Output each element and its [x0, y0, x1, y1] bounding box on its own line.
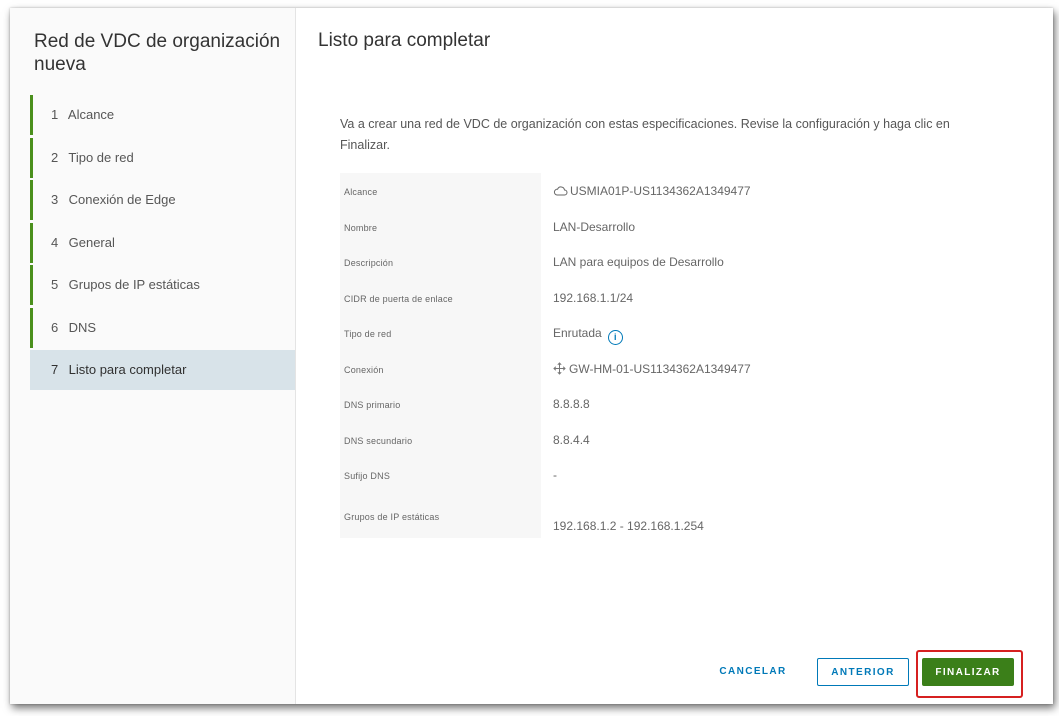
step-number: 6: [51, 319, 59, 335]
review-value: LAN-Desarrollo: [553, 219, 636, 234]
review-label: Nombre: [344, 222, 378, 233]
review-value: 8.8.4.4: [553, 432, 590, 447]
cancel-button[interactable]: CANCELAR: [710, 658, 796, 686]
step-label: Tipo de red: [68, 149, 134, 165]
review-value: GW-HM-01-US1134362A1349477: [553, 362, 751, 376]
review-row-tipo-de-red: Tipo de red Enrutada i: [340, 315, 980, 351]
review-value-text: USMIA01P-US1134362A1349477: [570, 184, 751, 198]
step-dns[interactable]: 6 DNS: [30, 307, 295, 348]
step-number: 1: [51, 107, 59, 122]
review-row-nombre: Nombre LAN-Desarrollo: [340, 209, 980, 245]
review-label: Alcance: [344, 187, 378, 197]
cloud-icon: [553, 186, 568, 196]
review-row-dns-secundario: DNS secundario 8.8.4.4: [340, 422, 980, 458]
wizard-footer: CANCELAR ANTERIOR FINALIZAR: [296, 644, 1053, 704]
step-number: 4: [51, 234, 59, 250]
review-value: LAN para equipos de Desarrollo: [553, 255, 724, 269]
info-icon[interactable]: i: [607, 330, 623, 345]
step-number: 2: [51, 149, 59, 165]
review-label: Descripción: [344, 258, 394, 268]
step-grupos-de-ip[interactable]: 5 Grupos de IP estáticas: [30, 265, 295, 305]
step-listo-para-completar[interactable]: 7 Listo para completar: [30, 350, 295, 390]
step-number: 3: [51, 192, 59, 207]
review-row-descripcion: Descripción LAN para equipos de Desarrol…: [340, 244, 980, 280]
review-value-text: Enrutada: [553, 326, 602, 340]
review-value: 8.8.8.8: [553, 397, 590, 411]
wizard-steps: 1 Alcance 2 Tipo de red 3 Conexión de Ed…: [30, 95, 295, 393]
step-label: DNS: [68, 319, 97, 335]
step-number: 5: [51, 277, 59, 292]
wizard-content: Listo para completar Va a crear una red …: [296, 8, 1053, 704]
step-tipo-de-red[interactable]: 2 Tipo de red: [30, 137, 295, 178]
wizard-dialog: Red de VDC de organización nueva 1 Alcan…: [10, 8, 1053, 704]
review-row-cidr: CIDR de puerta de enlace 192.168.1.1/24: [340, 280, 980, 316]
review-value: 192.168.1.2 - 192.168.1.254: [553, 518, 704, 533]
review-summary: Alcance USMIA01P-US1134362A1349477 Nombr…: [340, 173, 980, 538]
review-value: USMIA01P-US1134362A1349477: [553, 184, 751, 198]
back-button[interactable]: ANTERIOR: [817, 658, 909, 686]
review-row-alcance: Alcance USMIA01P-US1134362A1349477: [340, 173, 980, 209]
review-label: CIDR de puerta de enlace: [344, 293, 453, 304]
review-label: DNS primario: [344, 400, 401, 410]
page-title: Listo para completar: [318, 30, 491, 51]
step-conexion-de-edge[interactable]: 3 Conexión de Edge: [30, 180, 295, 220]
review-value: Enrutada i: [553, 326, 623, 345]
review-row-conexion: Conexión GW-HM-01-US1134362A1349477: [340, 351, 980, 387]
review-label: DNS secundario: [344, 435, 413, 446]
step-alcance[interactable]: 1 Alcance: [30, 95, 295, 135]
review-label: Grupos de IP estáticas: [344, 511, 440, 522]
wizard-title: Red de VDC de organización nueva: [34, 31, 281, 75]
review-label: Sufijo DNS: [344, 471, 391, 481]
review-value-text: GW-HM-01-US1134362A1349477: [569, 361, 751, 376]
step-label: Grupos de IP estáticas: [68, 277, 200, 292]
step-general[interactable]: 4 General: [30, 222, 295, 263]
review-row-sufijo-dns: Sufijo DNS -: [340, 457, 980, 493]
review-row-dns-primario: DNS primario 8.8.8.8: [340, 386, 980, 422]
step-label: Listo para completar: [68, 362, 187, 377]
wizard-sidebar: Red de VDC de organización nueva 1 Alcan…: [10, 8, 296, 704]
edge-gateway-icon: [553, 361, 566, 375]
review-value: 192.168.1.1/24: [553, 290, 634, 305]
review-label: Conexión: [344, 364, 384, 375]
review-label: Tipo de red: [344, 329, 392, 339]
review-row-grupos-de-ip: Grupos de IP estáticas 192.168.1.2 - 192…: [340, 493, 980, 537]
step-number: 7: [51, 362, 59, 377]
review-value: -: [553, 468, 557, 482]
step-label: Alcance: [67, 107, 115, 122]
intro-text: Va a crear una red de VDC de organizació…: [340, 117, 950, 152]
step-label: General: [68, 234, 115, 250]
step-label: Conexión de Edge: [68, 192, 176, 207]
finish-button[interactable]: FINALIZAR: [922, 658, 1014, 686]
